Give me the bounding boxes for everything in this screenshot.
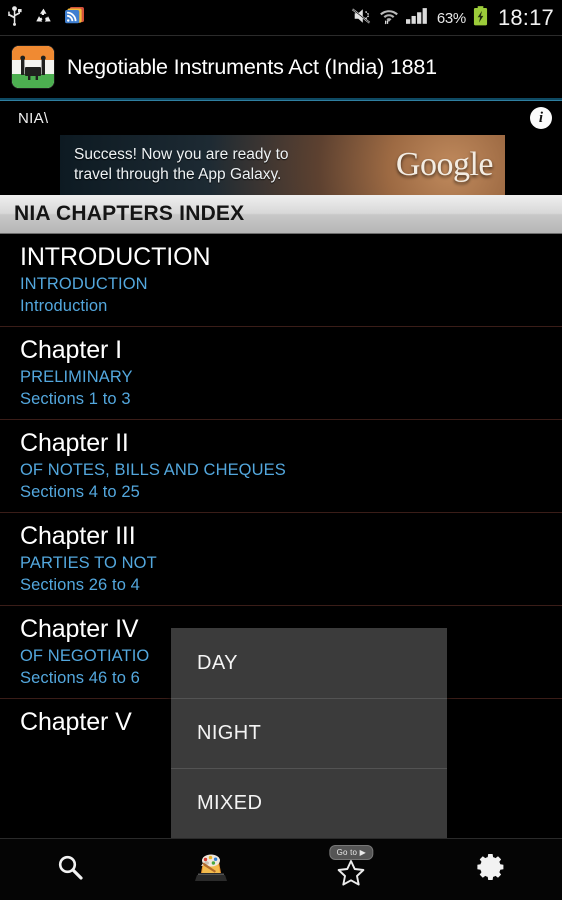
battery-charging-icon	[473, 5, 488, 31]
bottom-toolbar: Go to ▶	[0, 838, 562, 900]
sync-recycle-icon	[34, 7, 53, 30]
breadcrumb: NIA\ i	[0, 101, 562, 135]
chapter-title: Chapter II	[20, 429, 129, 458]
settings-button[interactable]	[422, 839, 562, 900]
chapter-subtitle: OF NOTES, BILLS AND CHEQUES	[20, 460, 286, 479]
status-bar-right-icons: 63% 18:17	[350, 5, 554, 31]
chapter-sections: Introduction	[20, 296, 108, 315]
chapter-subtitle: PARTIES TO NOT	[20, 553, 157, 572]
chapter-sections: Sections 1 to 3	[20, 389, 131, 408]
app-title-bar: Negotiable Instruments Act (India) 1881	[0, 36, 562, 98]
signal-bars-icon	[405, 6, 430, 30]
theme-button[interactable]	[141, 839, 282, 900]
google-logo: Google	[395, 146, 494, 183]
menu-item-mixed[interactable]: MIXED	[171, 768, 447, 838]
list-item[interactable]: Chapter III PARTIES TO NOT Sections 26 t…	[0, 513, 562, 607]
ad-line-2: travel through the App Galaxy.	[74, 166, 282, 183]
battery-percent-label: 63%	[436, 9, 466, 27]
wifi-icon	[379, 6, 399, 30]
chapter-title: INTRODUCTION	[20, 243, 211, 271]
section-header: NIA CHAPTERS INDEX	[0, 195, 562, 234]
status-bar-left-icons	[6, 5, 85, 31]
ad-text: Success! Now you are ready to travel thr…	[60, 145, 289, 185]
page-title: Negotiable Instruments Act (India) 1881	[67, 54, 437, 79]
search-button[interactable]	[0, 839, 141, 900]
ad-line-1: Success! Now you are ready to	[74, 146, 289, 164]
chapter-sections: Sections 4 to 25	[20, 482, 140, 501]
section-header-title: NIA CHAPTERS INDEX	[14, 202, 245, 225]
list-item[interactable]: INTRODUCTION INTRODUCTION Introduction	[0, 234, 562, 328]
google-currents-icon	[64, 6, 85, 30]
star-icon	[336, 859, 366, 893]
list-item[interactable]: Chapter II OF NOTES, BILLS AND CHEQUES S…	[0, 420, 562, 514]
chapter-sections: Sections 26 to 4	[20, 575, 140, 594]
ad-container: Success! Now you are ready to travel thr…	[0, 135, 562, 195]
list-item[interactable]: Chapter I PRELIMINARY Sections 1 to 3	[0, 327, 562, 421]
chapter-title: Chapter III	[20, 522, 136, 551]
mute-vibrate-icon	[350, 7, 372, 30]
search-icon	[56, 853, 84, 886]
breadcrumb-path[interactable]: NIA\	[18, 110, 48, 127]
theme-popup-menu[interactable]: DAY NIGHT MIXED	[171, 628, 447, 839]
palette-icon	[193, 851, 229, 888]
chapter-subtitle: INTRODUCTION	[20, 274, 148, 293]
chapter-title: Chapter I	[20, 336, 122, 365]
india-flag-emblem-icon	[12, 46, 54, 88]
menu-item-night[interactable]: NIGHT	[171, 698, 447, 768]
status-bar: 63% 18:17	[0, 0, 562, 36]
chapter-subtitle: PRELIMINARY	[20, 367, 133, 386]
usb-icon	[6, 5, 23, 31]
clock-label: 18:17	[497, 5, 554, 30]
goto-tooltip: Go to ▶	[329, 845, 373, 860]
menu-item-day[interactable]: DAY	[171, 628, 447, 698]
bookmark-button[interactable]: Go to ▶	[281, 839, 422, 900]
info-icon[interactable]: i	[530, 107, 552, 129]
gear-icon	[477, 852, 507, 887]
google-ad-banner[interactable]: Success! Now you are ready to travel thr…	[60, 135, 505, 195]
